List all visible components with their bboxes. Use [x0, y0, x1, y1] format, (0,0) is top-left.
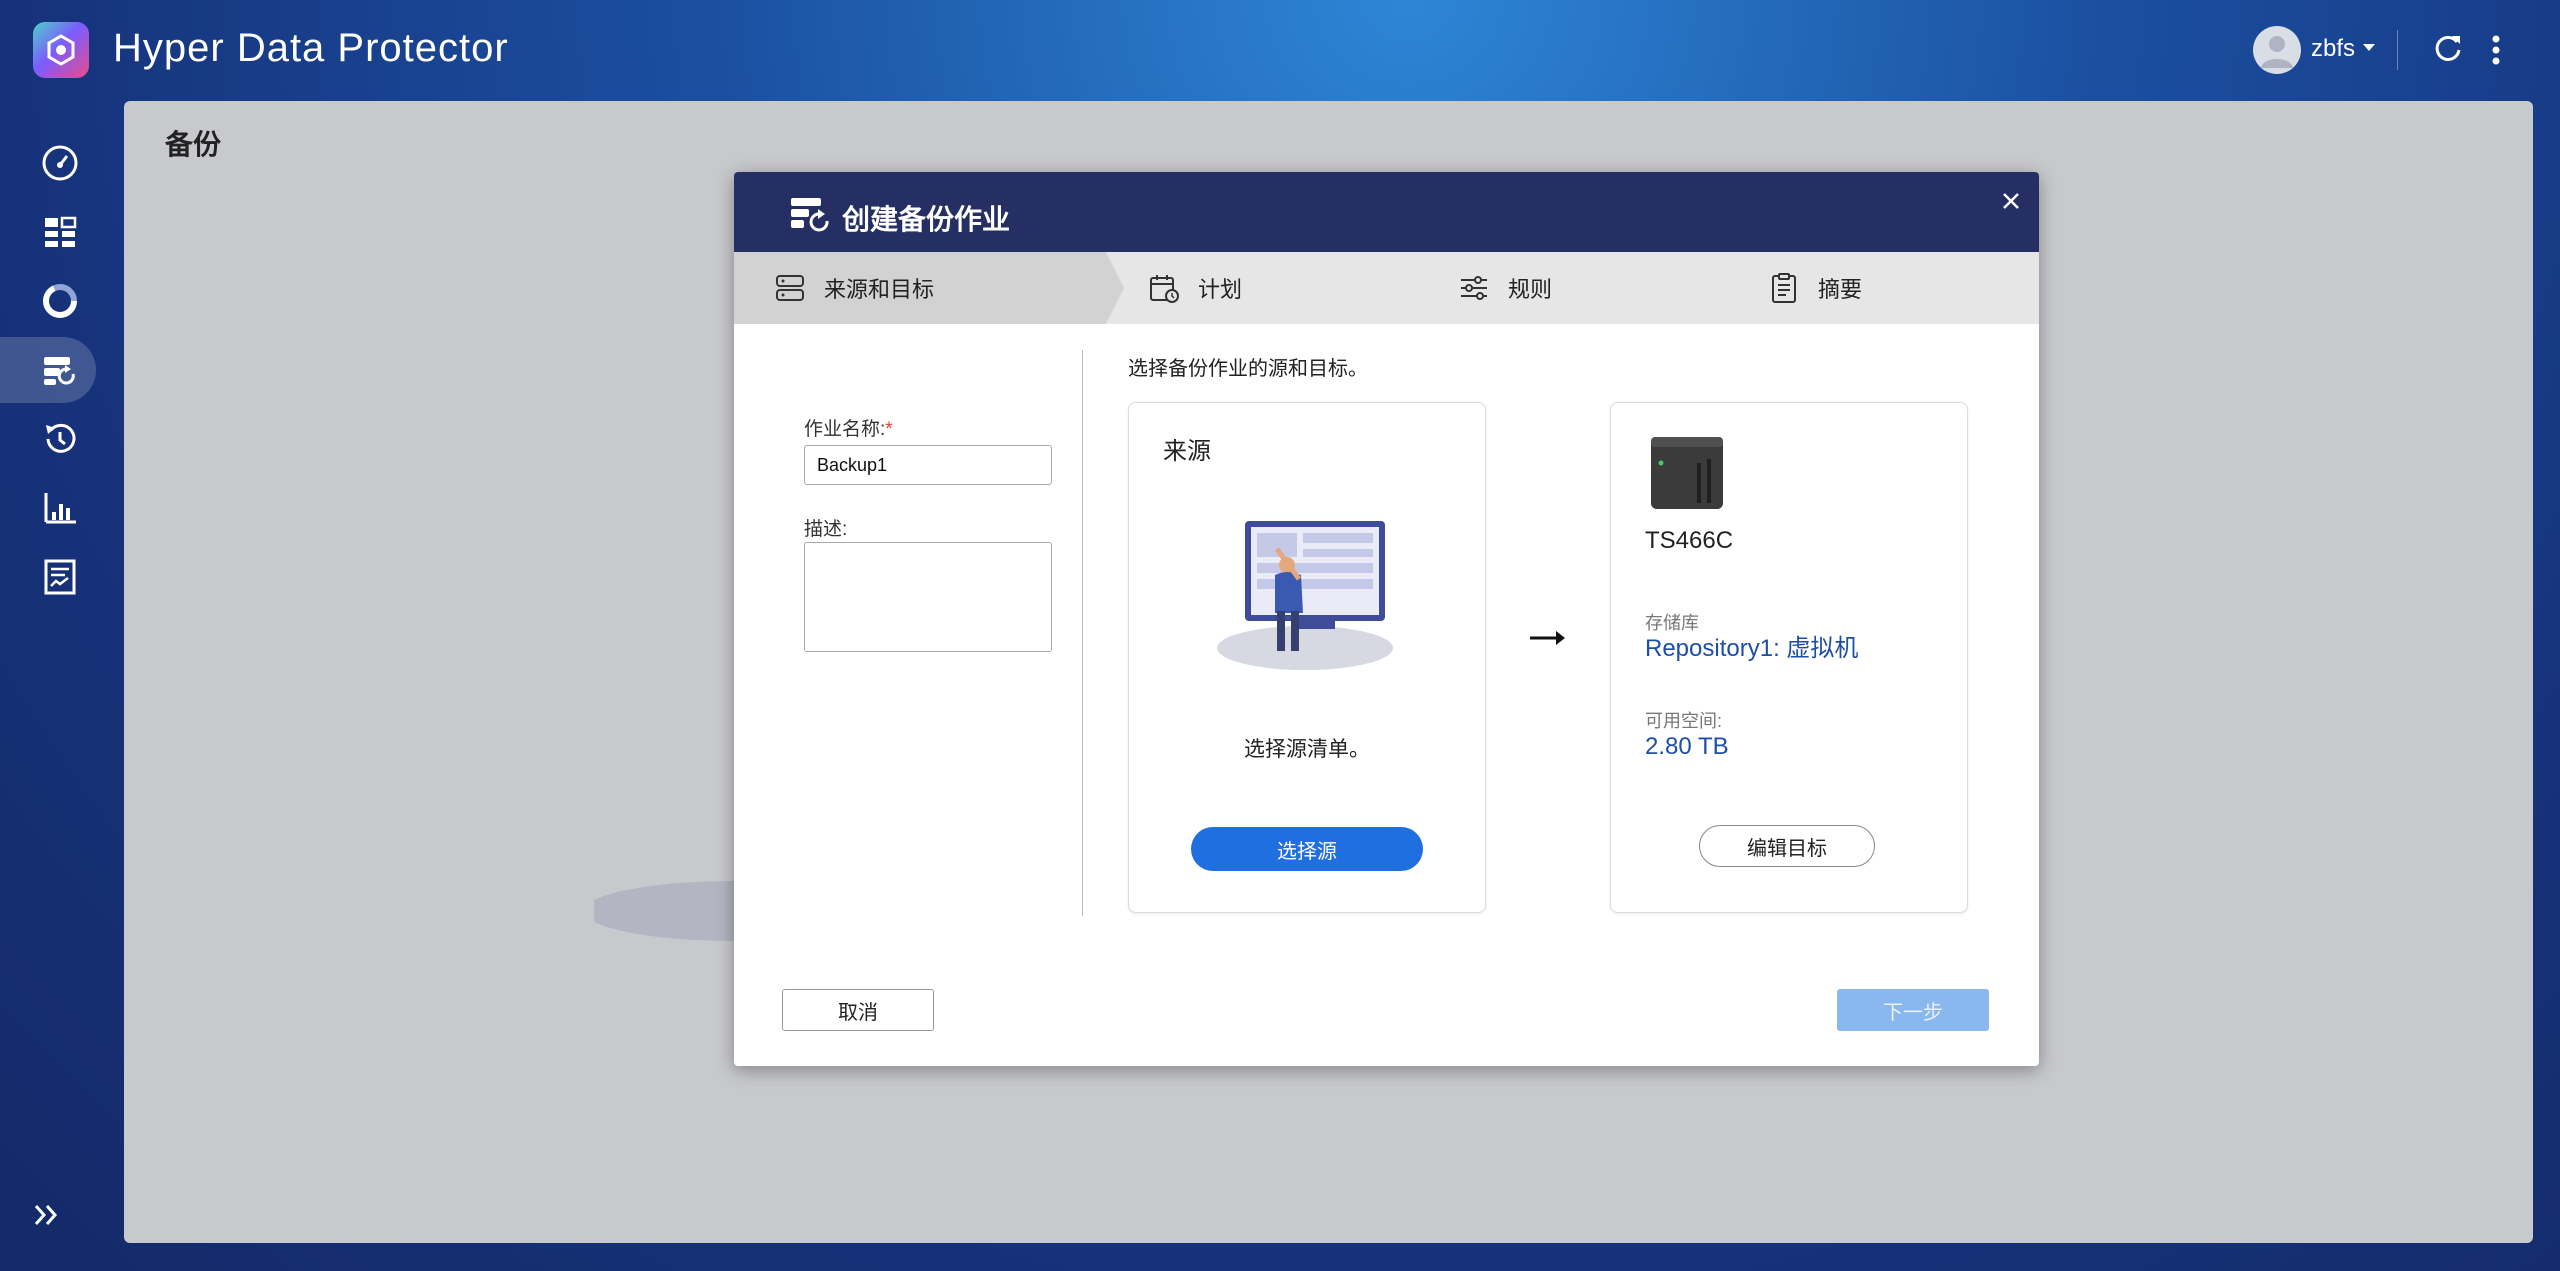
app-logo-icon: [47, 34, 75, 66]
sidebar-item-logs[interactable]: [36, 553, 84, 601]
reports-icon: [44, 493, 76, 524]
backup-job-icon: [791, 198, 829, 232]
source-target-icon: [776, 275, 804, 301]
description-label: 描述:: [804, 519, 848, 540]
backup-icon: [44, 357, 75, 385]
refresh-icon: [2435, 35, 2461, 61]
close-icon: [2003, 193, 2019, 209]
logs-icon: [44, 559, 76, 595]
nas-device-icon: [1651, 437, 1723, 509]
sidebar-item-restore[interactable]: [36, 415, 84, 463]
step-summary[interactable]: 摘要: [1768, 252, 1862, 324]
repository-label: 存储库: [1645, 613, 1699, 633]
refresh-button[interactable]: [2430, 30, 2466, 66]
double-chevron-right-icon: [34, 1205, 58, 1225]
device-name: TS466C: [1645, 527, 1734, 554]
more-options-button[interactable]: [2482, 30, 2510, 70]
cancel-button[interactable]: 取消: [782, 989, 934, 1031]
select-source-button[interactable]: 选择源: [1191, 827, 1423, 871]
sidebar-item-dashboard[interactable]: [36, 139, 84, 187]
sliders-icon: [1461, 276, 1487, 300]
source-hint: 选择源清单。: [1244, 738, 1370, 761]
edit-target-button[interactable]: 编辑目标: [1699, 825, 1875, 867]
restore-icon: [46, 423, 76, 453]
source-title: 来源: [1163, 438, 1211, 465]
step-rules[interactable]: 规则: [1458, 252, 1552, 324]
wizard-steps: 来源和目标 计划 规则 摘要: [734, 252, 2039, 324]
step-schedule[interactable]: 计划: [1148, 252, 1242, 324]
target-card: TS466C 存储库 Repository1: 虚拟机 可用空间: 2.80 T…: [1610, 402, 1968, 913]
step-label: 计划: [1198, 277, 1243, 302]
column-divider: [1082, 350, 1083, 916]
job-name-label: 作业名称:*: [804, 419, 893, 440]
summary-clipboard-icon: [1772, 273, 1796, 303]
avatar[interactable]: [2253, 26, 2301, 74]
modal-title: 创建备份作业: [842, 204, 1011, 235]
more-vertical-icon: [2492, 35, 2500, 65]
next-button[interactable]: 下一步: [1837, 989, 1989, 1031]
step-label: 来源和目标: [824, 277, 935, 302]
job-name-input[interactable]: [804, 445, 1052, 485]
repository-value: Repository1: 虚拟机: [1645, 635, 1859, 662]
description-input[interactable]: [804, 542, 1052, 652]
topbar-divider: [2397, 30, 2398, 70]
sidebar-item-storage[interactable]: [36, 277, 84, 325]
app-title: Hyper Data Protector: [113, 26, 509, 70]
calendar-clock-icon: [1150, 275, 1179, 303]
source-card: 来源 选择源清单。 选择源: [1128, 402, 1486, 913]
chevron-down-icon[interactable]: [2363, 44, 2375, 51]
app-logo: [33, 22, 89, 78]
create-backup-job-dialog: 创建备份作业 来源和目标 计划 规则 摘要 作业名称:* Backup1 描述:…: [734, 172, 2039, 1066]
dashboard-gauge-icon: [42, 145, 78, 181]
user-name[interactable]: zbfs: [2311, 35, 2355, 63]
free-space-label: 可用空间:: [1645, 711, 1723, 731]
expand-sidebar-button[interactable]: [30, 1198, 64, 1232]
sidebar-item-reports[interactable]: [36, 484, 84, 532]
sidebar-item-backup[interactable]: [36, 346, 84, 394]
select-source-illustration: [1217, 521, 1393, 670]
sidebar-item-overview[interactable]: [36, 208, 84, 256]
step-label: 摘要: [1818, 277, 1863, 302]
close-button[interactable]: [1996, 186, 2026, 216]
modal-header: 创建备份作业: [734, 172, 2039, 252]
page-title: 备份: [165, 129, 222, 160]
storage-ring-icon: [43, 284, 77, 318]
free-space-value: 2.80 TB: [1645, 733, 1729, 760]
required-mark: *: [885, 419, 893, 440]
step-source-target[interactable]: 来源和目标: [774, 252, 934, 324]
instruction-text: 选择备份作业的源和目标。: [1128, 358, 1368, 380]
arrow-right-icon: [1530, 631, 1565, 645]
step-label: 规则: [1508, 277, 1553, 302]
overview-grid-icon: [45, 216, 77, 247]
user-avatar-icon: [2261, 36, 2293, 68]
